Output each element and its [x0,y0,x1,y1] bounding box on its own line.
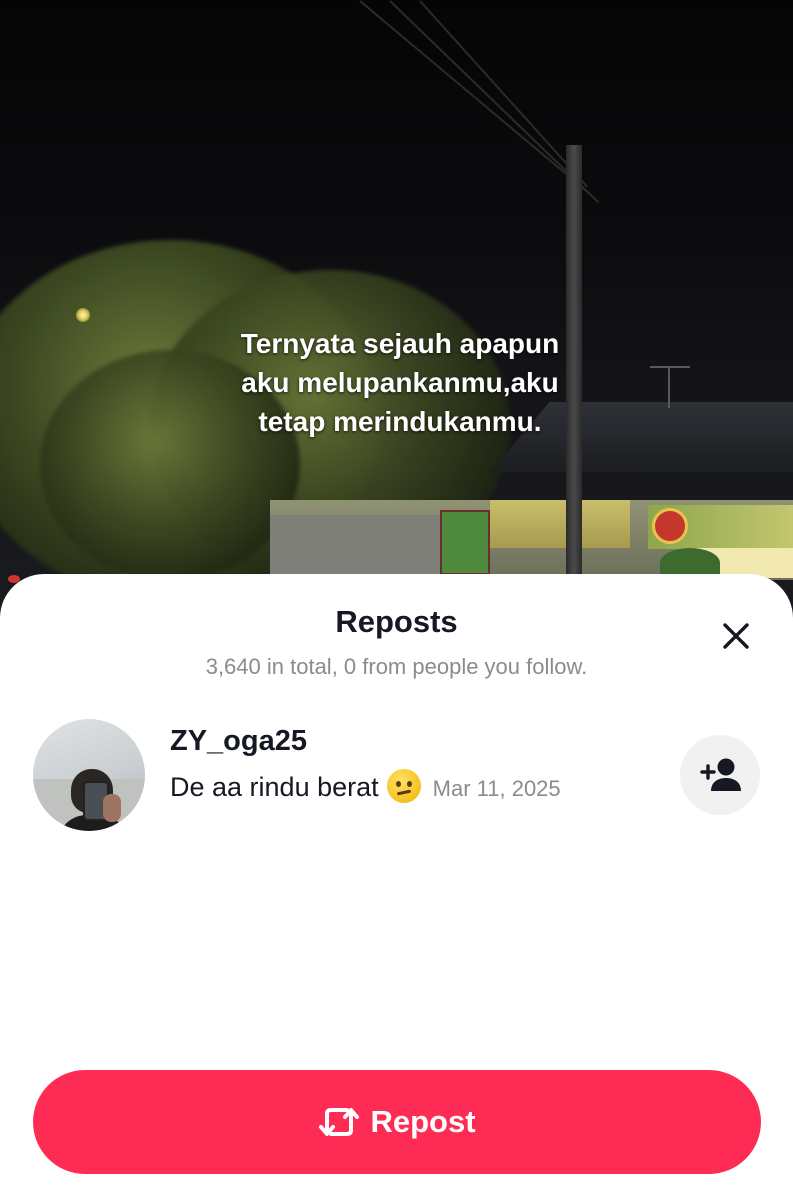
comment-text: De aa rindu berat [170,772,379,802]
video-background[interactable]: Ternyata sejauh apapun aku melupankanmu,… [0,0,793,640]
list-item[interactable]: ZY_oga25 De aa rindu berat Mar 11, 2025 [0,717,793,847]
repost-button[interactable]: Repost [33,1070,761,1174]
antenna [650,366,690,408]
app-screen: Ternyata sejauh apapun aku melupankanmu,… [0,0,793,1200]
reposts-sheet: Reposts 3,640 in total, 0 from people yo… [0,574,793,1200]
caption-line: Ternyata sejauh apapun [240,328,560,359]
confused-face-icon [386,769,421,803]
shop-awning [490,500,630,548]
repost-comment: De aa rindu berat Mar 11, 2025 [170,769,590,807]
sheet-title: Reposts [335,604,458,639]
repost-count-summary: 3,640 in total, 0 from people you follow… [205,654,588,679]
video-caption: Ternyata sejauh apapun aku melupankanmu,… [200,324,600,441]
caption-line: aku melupankanmu,aku [241,367,559,398]
add-user-icon [700,758,741,791]
username[interactable]: ZY_oga25 [170,725,307,758]
repost-button-label: Repost [370,1104,476,1139]
follow-button[interactable] [680,735,760,815]
power-line [419,0,589,188]
power-line [359,0,591,195]
close-icon [723,623,749,649]
repost-date: Mar 11, 2025 [432,776,561,801]
street-light [76,308,90,322]
avatar[interactable] [33,719,145,831]
shop-sign [440,510,490,575]
shop-emblem [652,508,688,544]
caption-line: tetap merindukanmu. [258,406,542,437]
repost-icon [319,1108,360,1136]
close-button[interactable] [712,616,760,656]
